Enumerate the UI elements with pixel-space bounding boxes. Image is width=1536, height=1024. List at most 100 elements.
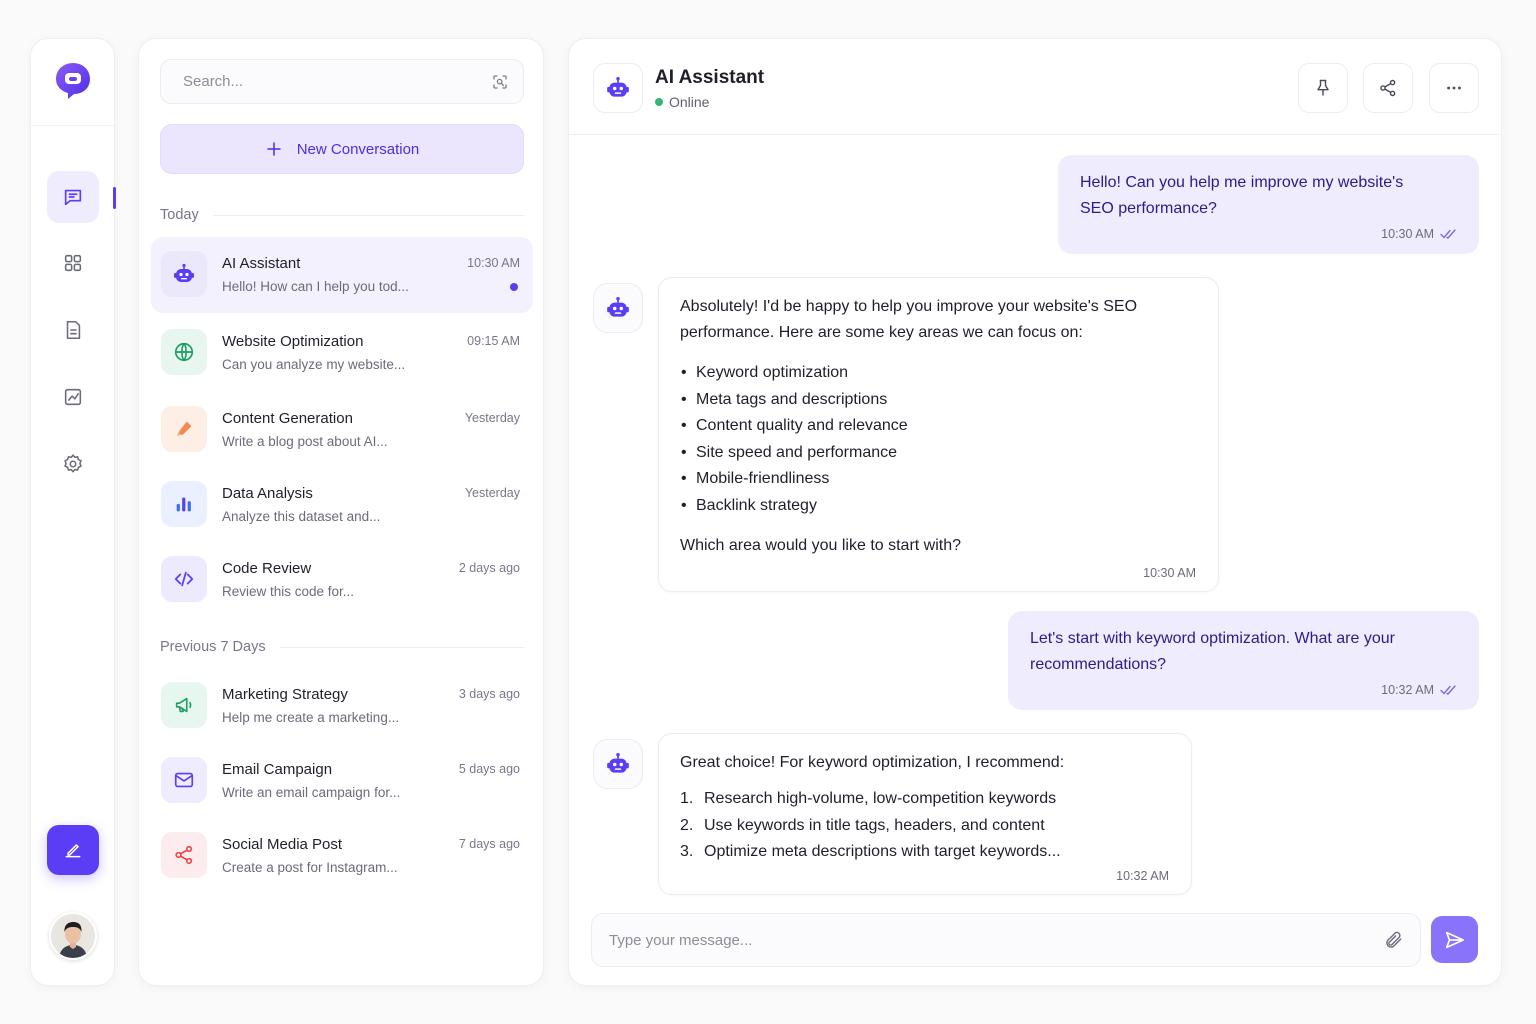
message-text-line: Absolutely! I'd be happy to help you imp… xyxy=(680,298,1138,315)
more-options-button[interactable] xyxy=(1429,63,1479,113)
conversation-time: 2 days ago xyxy=(458,561,520,575)
conversation-icon-box xyxy=(161,832,207,878)
conversation-time: 10:30 AM xyxy=(467,256,520,270)
mail-icon xyxy=(174,772,194,788)
edit-icon xyxy=(65,844,81,858)
assistant-message: Absolutely! I'd be happy to help you imp… xyxy=(658,277,1219,592)
code-icon xyxy=(174,571,194,587)
chat-icon xyxy=(64,189,82,206)
user-avatar[interactable] xyxy=(49,912,97,960)
conversation-item-website-optimization[interactable]: Website Optimization Can you analyze my … xyxy=(151,315,533,391)
megaphone-icon xyxy=(175,697,192,713)
unread-dot xyxy=(510,283,518,291)
rail-analytics-button[interactable] xyxy=(47,371,99,423)
message-meta: 10:30 AM xyxy=(1080,226,1457,242)
conversation-time: 09:15 AM xyxy=(467,334,520,348)
conversation-preview: Write an email campaign for... xyxy=(222,785,401,800)
item-text: Optimize meta descriptions with target k… xyxy=(704,843,1061,860)
item-number: 1. xyxy=(680,790,694,807)
pin-button[interactable] xyxy=(1298,63,1348,113)
analytics-icon xyxy=(64,388,82,406)
conversation-name: Marketing Strategy xyxy=(222,686,348,703)
document-icon xyxy=(66,320,81,340)
conversation-preview: Hello! How can I help you tod... xyxy=(222,279,409,294)
share-button[interactable] xyxy=(1363,63,1413,113)
message-text-line: Great choice! For keyword optimization, … xyxy=(680,754,1065,771)
item-text: Use keywords in title tags, headers, and… xyxy=(704,816,1045,834)
conversation-item-code-review[interactable]: Code Review Review this code for... 2 da… xyxy=(151,542,533,618)
conversation-item-data-analysis[interactable]: Data Analysis Analyze this dataset and..… xyxy=(151,467,533,543)
section-label-today: Today xyxy=(160,207,199,223)
message-text-line: SEO performance? xyxy=(1080,200,1217,217)
message-text-line: Let's start with keyword optimization. W… xyxy=(1030,630,1395,647)
conversation-name: Website Optimization xyxy=(222,333,364,350)
rail-chat-button[interactable] xyxy=(47,171,99,223)
item-number: 3. xyxy=(680,843,694,860)
conversation-preview: Can you analyze my website... xyxy=(222,357,406,372)
new-conversation-button[interactable]: New Conversation xyxy=(160,124,524,174)
conversation-preview: Create a post for Instagram... xyxy=(222,860,398,875)
pencil-icon xyxy=(176,421,192,437)
conversation-name: Code Review xyxy=(222,560,312,577)
rail-settings-button[interactable] xyxy=(47,438,99,490)
conversation-item-social-media-post[interactable]: Social Media Post Create a post for Inst… xyxy=(151,818,533,894)
conversation-name: Data Analysis xyxy=(222,485,313,502)
message-time: 10:32 AM xyxy=(1381,683,1434,697)
conversation-icon-box xyxy=(161,481,207,527)
status-text: Online xyxy=(669,94,710,110)
conversation-time: 5 days ago xyxy=(458,762,520,776)
conversation-preview: Analyze this dataset and... xyxy=(222,509,381,524)
attachment-icon[interactable] xyxy=(1384,930,1404,950)
double-check-icon xyxy=(1440,229,1456,239)
share-icon xyxy=(175,845,193,865)
bullet-item: Content quality and relevance xyxy=(680,413,1196,440)
numbered-list: 1. Research high-volume, low-competition … xyxy=(680,786,1169,866)
numbered-item: 1. Research high-volume, low-competition … xyxy=(680,786,1169,813)
section-previous-7-days: Previous 7 Days xyxy=(160,639,524,655)
conversation-item-content-generation[interactable]: Content Generation Write a blog post abo… xyxy=(151,392,533,468)
robot-icon xyxy=(174,263,194,282)
conversation-item-email-campaign[interactable]: Email Campaign Write an email campaign f… xyxy=(151,743,533,819)
chat-title: AI Assistant xyxy=(655,67,765,88)
app-logo[interactable] xyxy=(52,59,94,101)
online-status: Online xyxy=(655,94,709,110)
compose-button[interactable] xyxy=(47,825,99,875)
conversation-icon-box xyxy=(161,251,207,297)
robot-icon xyxy=(607,77,629,97)
conversation-preview: Review this code for... xyxy=(222,584,355,599)
rail-dashboard-button[interactable] xyxy=(47,237,99,289)
double-check-icon xyxy=(1440,685,1456,695)
item-number: 2. xyxy=(680,816,694,834)
search-input[interactable] xyxy=(183,73,491,90)
gear-icon xyxy=(64,454,82,473)
search-box xyxy=(160,59,524,104)
robot-icon xyxy=(607,753,629,773)
bullet-item: Meta tags and descriptions xyxy=(680,387,1196,414)
conversation-item-ai-assistant[interactable]: AI Assistant Hello! How can I help you t… xyxy=(151,237,533,313)
online-dot xyxy=(655,98,663,106)
numbered-item: 2. Use keywords in title tags, headers, a… xyxy=(680,813,1169,840)
rail-documents-button[interactable] xyxy=(47,304,99,356)
conversation-name: Email Campaign xyxy=(222,761,333,778)
conversation-sidebar: New Conversation Today AI Assistant Hell… xyxy=(138,38,544,986)
assistant-message-avatar xyxy=(593,283,643,333)
conversation-name: Social Media Post xyxy=(222,836,343,853)
more-horizontal-icon xyxy=(1447,86,1461,90)
conversation-name: AI Assistant xyxy=(222,255,301,272)
assistant-message-avatar xyxy=(593,739,643,789)
user-message: Let's start with keyword optimization. W… xyxy=(1008,611,1479,710)
conversation-icon-box xyxy=(161,757,207,803)
conversation-icon-box xyxy=(161,556,207,602)
numbered-item: 3. Optimize meta descriptions with target… xyxy=(680,839,1169,866)
assistant-message: Great choice! For keyword optimization, … xyxy=(658,733,1192,895)
conversation-item-marketing-strategy[interactable]: Marketing Strategy Help me create a mark… xyxy=(151,668,533,744)
send-button[interactable] xyxy=(1431,916,1478,963)
message-time: 10:30 AM xyxy=(1143,566,1196,580)
bullet-item: Keyword optimization xyxy=(680,360,1196,387)
command-search-icon[interactable] xyxy=(491,73,509,91)
conversation-name: Content Generation xyxy=(222,410,353,427)
chat-header: AI Assistant Online xyxy=(569,39,1501,135)
share-icon xyxy=(1380,79,1396,97)
message-input[interactable] xyxy=(609,931,1384,949)
rail-divider xyxy=(31,125,114,126)
